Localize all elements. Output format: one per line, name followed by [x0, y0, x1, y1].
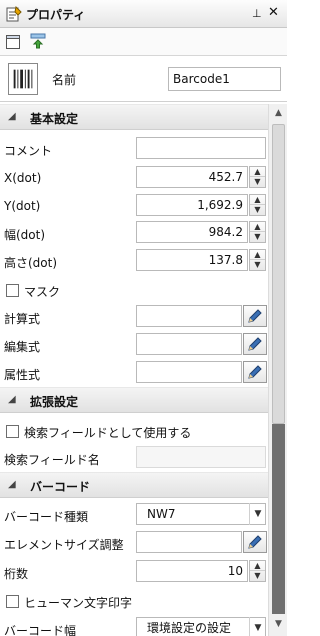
name-input[interactable]: Barcode1: [168, 67, 281, 91]
object-header: 名前 Barcode1: [0, 56, 287, 102]
collapse-icon[interactable]: ◢: [8, 394, 16, 405]
pencil-icon: [248, 365, 262, 379]
chevron-down-icon[interactable]: ▼: [249, 503, 266, 525]
scroll-down-icon[interactable]: ▼: [272, 618, 285, 631]
barcode-width-select[interactable]: 環境設定の設定: [136, 617, 266, 636]
scroll-up-icon[interactable]: ▲: [272, 107, 285, 120]
pencil-icon: [248, 337, 262, 351]
digits-field[interactable]: 10: [136, 560, 248, 582]
attr-label: 属性式: [4, 368, 41, 382]
calc-edit-button[interactable]: [243, 305, 267, 327]
mask-label: マスク: [24, 285, 61, 299]
collapse-icon[interactable]: ◢: [8, 479, 16, 490]
category-barcode[interactable]: ◢ バーコード: [0, 472, 268, 498]
attr-field[interactable]: [136, 361, 242, 383]
category-basic[interactable]: ◢ 基本設定: [0, 104, 268, 130]
y-label: Y(dot): [4, 199, 41, 213]
height-label: 高さ(dot): [4, 256, 58, 270]
chevron-down-icon[interactable]: ▼: [249, 617, 266, 636]
calc-label: 計算式: [4, 312, 41, 326]
calc-field[interactable]: [136, 305, 242, 327]
search-name-field[interactable]: [136, 446, 266, 468]
attr-edit-button[interactable]: [243, 361, 267, 383]
x-field[interactable]: 452.7: [136, 166, 248, 188]
edit-edit-button[interactable]: [243, 333, 267, 355]
panel-title: プロパティ: [26, 8, 86, 22]
apply-icon[interactable]: [30, 33, 46, 49]
use-search-label: 検索フィールドとして使用する: [24, 426, 192, 440]
human-readable-checkbox[interactable]: [6, 595, 19, 608]
y-field[interactable]: 1,692.9: [136, 194, 248, 216]
mask-checkbox[interactable]: [6, 284, 19, 297]
scroll-track[interactable]: [272, 424, 285, 614]
pin-icon[interactable]: ⊥: [252, 7, 262, 20]
barcode-width-label: バーコード幅: [4, 624, 77, 636]
element-size-field[interactable]: [136, 531, 242, 553]
toolbar: [0, 28, 287, 56]
comment-label: コメント: [4, 144, 53, 158]
category-label: 基本設定: [30, 112, 79, 126]
vertical-scrollbar[interactable]: ▲ ▼: [268, 104, 287, 636]
barcode-type-select[interactable]: NW7: [136, 503, 266, 525]
digits-label: 桁数: [4, 567, 29, 581]
human-readable-label: ヒューマン文字印字: [24, 596, 133, 610]
category-label: バーコード: [30, 480, 91, 494]
width-stepper[interactable]: ▲ ▼: [249, 221, 266, 243]
digits-stepper[interactable]: ▲ ▼: [249, 560, 266, 582]
element-size-label: エレメントサイズ調整: [4, 538, 124, 552]
pencil-icon: [248, 309, 262, 323]
edit-label: 編集式: [4, 340, 41, 354]
title-bar: プロパティ ⊥ ✕: [0, 0, 287, 28]
x-label: X(dot): [4, 171, 42, 185]
height-stepper[interactable]: ▲ ▼: [249, 249, 266, 271]
height-field[interactable]: 137.8: [136, 249, 248, 271]
name-label: 名前: [52, 73, 77, 87]
x-stepper[interactable]: ▲ ▼: [249, 166, 266, 188]
pencil-icon: [248, 535, 262, 549]
use-search-checkbox[interactable]: [6, 425, 19, 438]
scroll-thumb[interactable]: [272, 124, 285, 424]
element-size-edit-button[interactable]: [243, 531, 267, 553]
barcode-icon: [8, 63, 38, 95]
collapse-icon[interactable]: ◢: [8, 111, 16, 122]
y-stepper[interactable]: ▲ ▼: [249, 194, 266, 216]
property-grid: ◢ 基本設定 コメント X(dot) 452.7 ▲ ▼ Y(dot) 1,692…: [0, 104, 268, 636]
category-extended[interactable]: ◢ 拡張設定: [0, 387, 268, 413]
category-label: 拡張設定: [30, 395, 79, 409]
barcode-type-label: バーコード種類: [4, 510, 89, 524]
window-icon[interactable]: [6, 35, 20, 49]
width-field[interactable]: 984.2: [136, 221, 248, 243]
comment-field[interactable]: [136, 137, 266, 159]
edit-field[interactable]: [136, 333, 242, 355]
search-name-label: 検索フィールド名: [4, 453, 100, 467]
properties-icon: [6, 6, 22, 22]
width-label: 幅(dot): [4, 228, 46, 242]
close-icon[interactable]: ✕: [268, 5, 279, 20]
